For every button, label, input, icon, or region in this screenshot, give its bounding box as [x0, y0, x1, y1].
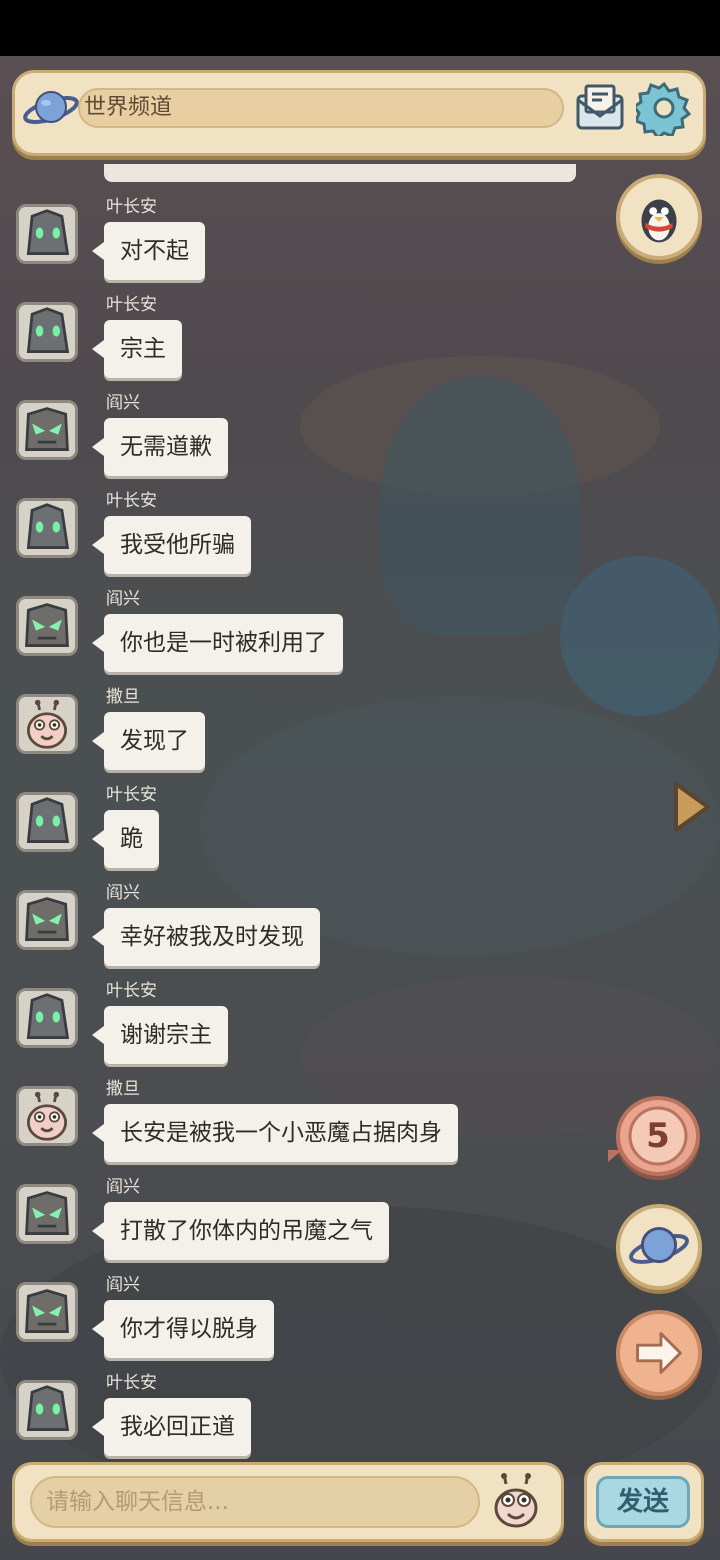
avatar[interactable]	[16, 1184, 78, 1244]
sender-name: 阎兴	[106, 589, 140, 609]
avatar[interactable]	[16, 792, 78, 852]
message-bubble: 宗主	[92, 320, 182, 378]
avatar[interactable]	[16, 988, 78, 1048]
message-bubble: 幸好被我及时发现	[92, 908, 320, 966]
chat-message: 叶长安谢谢宗主	[0, 980, 600, 1064]
avatar[interactable]	[16, 1086, 78, 1146]
chat-message: 阎兴无需道歉	[0, 392, 600, 476]
emoji-button[interactable]	[490, 1472, 542, 1532]
channel-title: 世界频道	[84, 95, 173, 120]
chat-message: 阎兴你也是一时被利用了	[0, 588, 600, 672]
chat-message: 叶长安宗主	[0, 294, 600, 378]
sender-name: 撒旦	[106, 1079, 140, 1099]
message-bubble: 你才得以脱身	[92, 1300, 274, 1358]
counter-badge-tail	[608, 1150, 622, 1162]
previous-message-edge	[104, 164, 576, 182]
status-bar	[0, 0, 720, 56]
avatar[interactable]	[16, 1380, 78, 1440]
sender-name: 叶长安	[106, 295, 157, 315]
sender-name: 叶长安	[106, 1373, 157, 1393]
sender-name: 阎兴	[106, 883, 140, 903]
planet-icon[interactable]	[22, 84, 80, 132]
message-bubble: 发现了	[92, 712, 205, 770]
avatar[interactable]	[16, 596, 78, 656]
avatar[interactable]	[16, 890, 78, 950]
message-bubble: 我必回正道	[92, 1398, 251, 1456]
next-button[interactable]	[616, 1310, 702, 1396]
penguin-button[interactable]	[616, 174, 702, 260]
avatar[interactable]	[16, 204, 78, 264]
sender-name: 撒旦	[106, 687, 140, 707]
sender-name: 叶长安	[106, 785, 157, 805]
avatar[interactable]	[16, 694, 78, 754]
message-bubble: 对不起	[92, 222, 205, 280]
counter-value: 5	[646, 1116, 670, 1156]
message-bubble: 无需道歉	[92, 418, 228, 476]
message-bubble: 谢谢宗主	[92, 1006, 228, 1064]
message-bubble: 长安是被我一个小恶魔占据肉身	[92, 1104, 458, 1162]
chat-input[interactable]	[30, 1476, 480, 1528]
chat-message: 叶长安我受他所骗	[0, 490, 600, 574]
sender-name: 阎兴	[106, 393, 140, 413]
chat-message: 阎兴幸好被我及时发现	[0, 882, 600, 966]
expand-arrow-icon[interactable]	[672, 780, 712, 834]
planet-icon	[629, 1227, 689, 1264]
message-bubble: 打散了你体内的吊魔之气	[92, 1202, 389, 1260]
penguin-icon	[641, 199, 677, 243]
message-bubble: 你也是一时被利用了	[92, 614, 343, 672]
avatar[interactable]	[16, 498, 78, 558]
gear-icon[interactable]	[631, 80, 692, 141]
chat-message: 阎兴打散了你体内的吊魔之气	[0, 1176, 600, 1260]
counter-badge[interactable]: 5	[616, 1096, 700, 1176]
message-bubble: 我受他所骗	[92, 516, 251, 574]
sender-name: 叶长安	[106, 197, 157, 217]
avatar[interactable]	[16, 302, 78, 362]
mail-icon[interactable]	[574, 82, 626, 134]
snail-emoji-icon	[494, 1473, 538, 1528]
sender-name: 叶长安	[106, 981, 157, 1001]
sender-name: 阎兴	[106, 1177, 140, 1197]
avatar[interactable]	[16, 400, 78, 460]
sender-name: 叶长安	[106, 491, 157, 511]
chat-message: 叶长安跪	[0, 784, 600, 868]
chat-message: 阎兴你才得以脱身	[0, 1274, 600, 1358]
sender-name: 阎兴	[106, 1275, 140, 1295]
avatar[interactable]	[16, 1282, 78, 1342]
chat-message: 撒旦发现了	[0, 686, 600, 770]
planet-button[interactable]	[616, 1204, 702, 1290]
arrow-right-icon	[636, 1332, 682, 1374]
chat-message: 撒旦长安是被我一个小恶魔占据肉身	[0, 1078, 600, 1162]
chat-message: 叶长安我必回正道	[0, 1372, 600, 1456]
send-button[interactable]: 发送	[596, 1476, 690, 1528]
chat-message: 叶长安对不起	[0, 196, 600, 280]
message-bubble: 跪	[92, 810, 159, 868]
